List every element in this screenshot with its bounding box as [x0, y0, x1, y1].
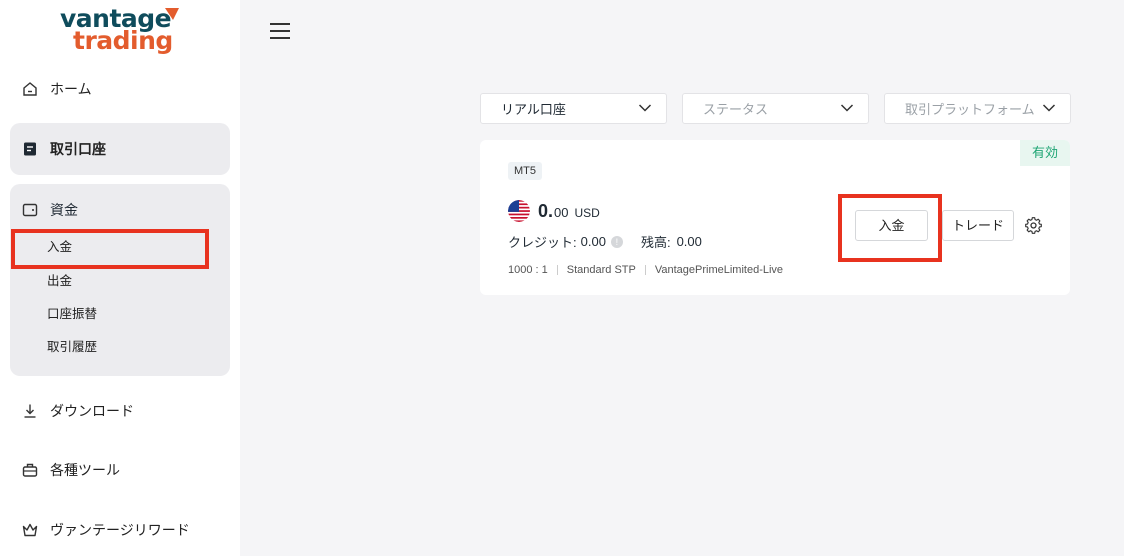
trade-button[interactable]: トレード — [942, 210, 1014, 241]
account-kind: Standard STP — [566, 264, 636, 276]
credit-row: クレジット: 0.00 ! 残高: 0.00 — [508, 232, 702, 251]
sidebar-item-label: 取引口座 — [50, 141, 106, 157]
sidebar-item-home[interactable]: ホーム — [10, 63, 230, 115]
sidebar-item-funds[interactable]: 資金 — [22, 200, 78, 220]
us-flag-icon — [508, 200, 530, 222]
wallet-icon — [22, 202, 38, 218]
toolbox-icon — [22, 462, 38, 478]
chevron-down-icon — [1042, 104, 1056, 112]
gear-icon[interactable] — [1025, 217, 1042, 234]
account-type-value: リアル口座 — [501, 102, 566, 117]
logo-tick-icon — [165, 8, 179, 20]
sidebar-subitem-transfer[interactable]: 口座振替 — [47, 305, 97, 323]
divider — [556, 265, 558, 275]
sidebar-item-label: ホーム — [50, 81, 92, 97]
balance-decimal: 00 — [554, 205, 569, 220]
sidebar-subitem-withdraw[interactable]: 出金 — [47, 272, 72, 290]
sidebar-subitem-history[interactable]: 取引履歴 — [47, 338, 97, 356]
crown-icon — [22, 522, 38, 538]
platform-select[interactable]: 取引プラットフォーム — [884, 93, 1071, 124]
account-type-select[interactable]: リアル口座 — [480, 93, 667, 124]
balance-integer: 0. — [538, 201, 554, 221]
credit-value: 0.00 — [580, 234, 606, 249]
balance-value: 0.00 — [676, 234, 702, 249]
platform-placeholder: 取引プラットフォーム — [905, 102, 1035, 117]
server-name: VantagePrimeLimited-Live — [654, 264, 784, 276]
status-placeholder: ステータス — [703, 102, 769, 117]
sidebar-item-tools[interactable]: 各種ツール — [10, 444, 230, 496]
account-meta: 1000 : 1 Standard STP VantagePrimeLimite… — [508, 264, 783, 276]
home-icon — [22, 81, 38, 97]
platform-badge: MT5 — [508, 162, 542, 180]
info-icon[interactable]: ! — [610, 235, 623, 248]
highlight-box-sidebar-deposit — [11, 229, 209, 269]
logo-line2: trading — [73, 26, 173, 55]
account-card: MT5 有効 0. 00 USD クレジット: 0.00 ! 残高: 0.00 … — [480, 140, 1070, 295]
chevron-down-icon — [840, 104, 854, 112]
balance-display: 0. 00 USD — [538, 201, 600, 222]
status-badge: 有効 — [1020, 140, 1070, 166]
sidebar-item-label: 各種ツール — [50, 462, 120, 478]
menu-toggle-icon[interactable] — [270, 22, 290, 40]
sidebar: vantage trading ホーム 取引口座 資金 入金 出金 口座振替 取… — [0, 0, 240, 556]
sidebar-group-funds: 資金 入金 出金 口座振替 取引履歴 — [10, 184, 230, 376]
divider — [644, 265, 646, 275]
sidebar-item-rewards[interactable]: ヴァンテージリワード — [10, 504, 230, 556]
balance-currency: USD — [574, 206, 600, 220]
sidebar-item-download[interactable]: ダウンロード — [10, 385, 230, 437]
sidebar-item-label: 資金 — [50, 202, 78, 218]
credit-label: クレジット: — [508, 235, 577, 250]
document-icon — [22, 141, 38, 157]
download-icon — [22, 403, 38, 419]
balance-label: 残高: — [640, 235, 671, 250]
chevron-down-icon — [638, 104, 652, 112]
sidebar-item-label: ヴァンテージリワード — [50, 522, 190, 538]
status-select[interactable]: ステータス — [682, 93, 869, 124]
sidebar-item-label: ダウンロード — [50, 403, 134, 419]
highlight-box-deposit-button — [838, 194, 942, 262]
sidebar-item-trading-accounts[interactable]: 取引口座 — [10, 123, 230, 175]
leverage: 1000 : 1 — [508, 264, 548, 276]
vantage-logo[interactable]: vantage trading — [60, 4, 190, 56]
